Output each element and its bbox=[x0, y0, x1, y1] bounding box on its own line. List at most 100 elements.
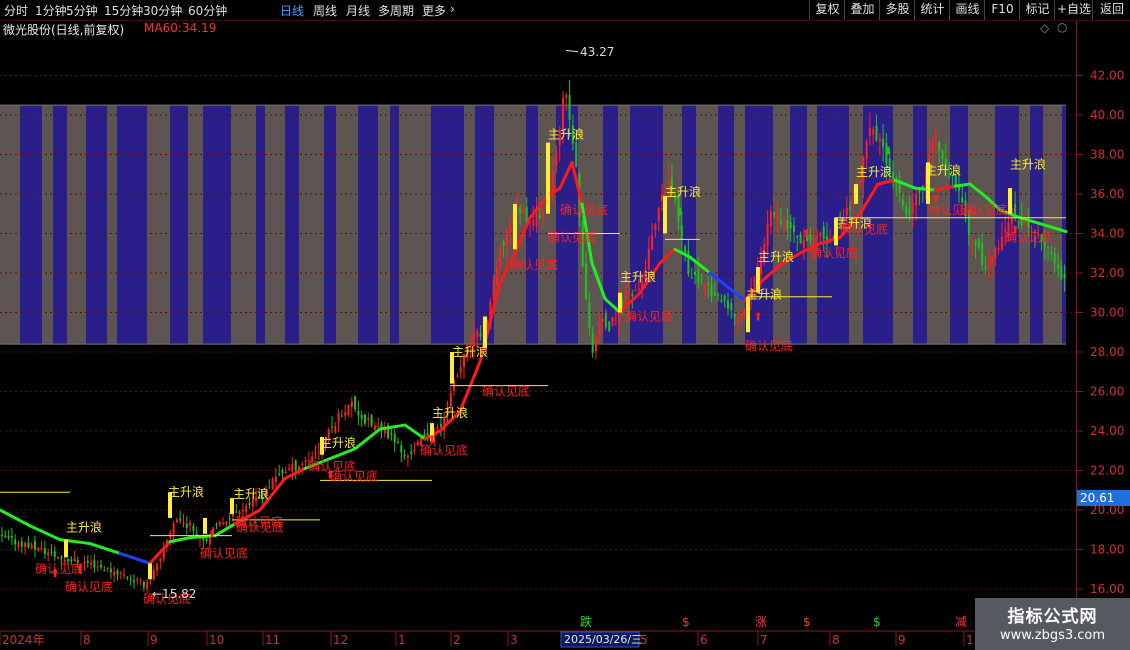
candle-body bbox=[595, 337, 597, 352]
band-segment bbox=[231, 105, 256, 345]
candle-body bbox=[875, 126, 878, 141]
band-segment bbox=[53, 105, 67, 345]
candle-body bbox=[905, 206, 908, 215]
band-segment bbox=[682, 105, 696, 345]
time-label-7: 2 bbox=[453, 633, 461, 647]
candle-body bbox=[228, 517, 231, 520]
up-arrow-icon: ⬆ bbox=[1010, 224, 1019, 237]
main-wave-label: 主升浪 bbox=[66, 520, 102, 535]
band-segment bbox=[431, 105, 464, 345]
candle-body bbox=[436, 427, 439, 430]
band-segment bbox=[950, 105, 968, 345]
candle-body bbox=[291, 463, 294, 472]
candle-body bbox=[776, 214, 779, 222]
candle-body bbox=[390, 433, 393, 435]
main-wave-label: 主升浪 bbox=[856, 164, 892, 179]
high-marker-line bbox=[565, 49, 579, 53]
band-segment bbox=[42, 105, 53, 345]
candle-body bbox=[215, 524, 218, 526]
candle-body bbox=[499, 246, 502, 267]
candle-body bbox=[53, 551, 56, 557]
up-arrow-icon: ⬆ bbox=[50, 567, 59, 580]
candle-body bbox=[1, 534, 3, 536]
candle-body bbox=[123, 574, 126, 576]
candle-body bbox=[793, 225, 795, 232]
candle-body bbox=[439, 424, 442, 427]
candle-body bbox=[991, 255, 993, 265]
candle-body bbox=[67, 559, 69, 562]
candle-body bbox=[727, 300, 729, 309]
candle-body bbox=[73, 557, 76, 562]
band-segment bbox=[86, 105, 107, 345]
main-wave-label: 主升浪 bbox=[432, 405, 468, 420]
main-wave-label: 主升浪 bbox=[925, 162, 961, 177]
candle-body bbox=[568, 94, 571, 120]
confirm-bottom-label: 确认见底 bbox=[560, 202, 608, 217]
time-label-6: 1 bbox=[398, 633, 406, 647]
band-segment bbox=[399, 105, 431, 345]
kline-chart[interactable]: 主升浪主升浪 主升浪主升浪主升浪主升浪主升浪主升浪主升浪主升浪主升浪主升浪主升浪主… bbox=[0, 0, 1130, 650]
main-wave-label: 主升浪 bbox=[746, 287, 782, 302]
candle-body bbox=[661, 194, 663, 201]
candle-body bbox=[624, 290, 627, 304]
signal-bar bbox=[513, 203, 517, 250]
candle-body bbox=[697, 270, 700, 284]
event-marker-3: $ bbox=[803, 615, 811, 629]
candle-body bbox=[350, 401, 353, 408]
candle-body bbox=[694, 271, 696, 276]
candle-body bbox=[7, 535, 10, 538]
candle-body bbox=[314, 453, 317, 455]
signal-bar bbox=[483, 316, 487, 349]
band-segment bbox=[913, 105, 927, 345]
candle-body bbox=[941, 150, 944, 159]
event-marker-0: 跌 bbox=[580, 614, 592, 629]
band-segment bbox=[927, 105, 950, 345]
candle-body bbox=[185, 523, 188, 528]
candle-body bbox=[819, 232, 822, 237]
candle-body bbox=[119, 572, 122, 574]
down-arrow-icon: ⬇ bbox=[883, 145, 892, 158]
candle-body bbox=[971, 239, 974, 241]
candle-body bbox=[142, 581, 145, 588]
main-wave-label: 主升浪 bbox=[665, 184, 701, 199]
ma60-line bbox=[213, 522, 237, 538]
candle-body bbox=[182, 522, 185, 525]
candle-body bbox=[129, 578, 132, 580]
candle-body bbox=[50, 552, 53, 554]
candle-body bbox=[981, 242, 984, 265]
confirm-bottom-label: 确认见底 bbox=[510, 257, 558, 272]
candle-body bbox=[30, 544, 33, 549]
candle-body bbox=[1000, 236, 1003, 251]
main-wave-label: 主升浪 bbox=[1010, 156, 1046, 171]
time-label-12: 8 bbox=[832, 633, 840, 647]
candle-body bbox=[96, 566, 99, 568]
event-marker-1: $ bbox=[682, 615, 690, 629]
candle-body bbox=[845, 207, 848, 216]
up-arrow-icon: ⬆ bbox=[325, 468, 334, 481]
main-wave-label: 主升浪 bbox=[168, 484, 204, 499]
candle-body bbox=[519, 207, 522, 214]
band-segment bbox=[464, 105, 475, 345]
ma60-line bbox=[328, 447, 357, 461]
candle-body bbox=[611, 316, 614, 326]
candle-body bbox=[555, 152, 558, 166]
candle-body bbox=[397, 441, 399, 443]
candle-body bbox=[802, 239, 805, 248]
axis-divider bbox=[1076, 21, 1077, 631]
price-tick-13: 16.00 bbox=[1090, 582, 1124, 596]
candle-body bbox=[779, 220, 782, 224]
cursor-date: 2025/03/26/三 bbox=[564, 633, 642, 646]
candle-body bbox=[1060, 265, 1063, 280]
candle-body bbox=[703, 284, 706, 291]
candle-body bbox=[637, 288, 640, 290]
ma60-line bbox=[953, 182, 972, 188]
candle-body bbox=[459, 367, 462, 373]
time-label-1: 8 bbox=[83, 633, 91, 647]
band-segment bbox=[696, 105, 718, 345]
low-price-marker: ←15.82 bbox=[152, 587, 196, 601]
time-label-4: 11 bbox=[265, 633, 280, 647]
candle-body bbox=[492, 279, 495, 300]
candle-body bbox=[284, 472, 287, 474]
candle-body bbox=[360, 414, 363, 419]
candle-body bbox=[245, 505, 248, 513]
